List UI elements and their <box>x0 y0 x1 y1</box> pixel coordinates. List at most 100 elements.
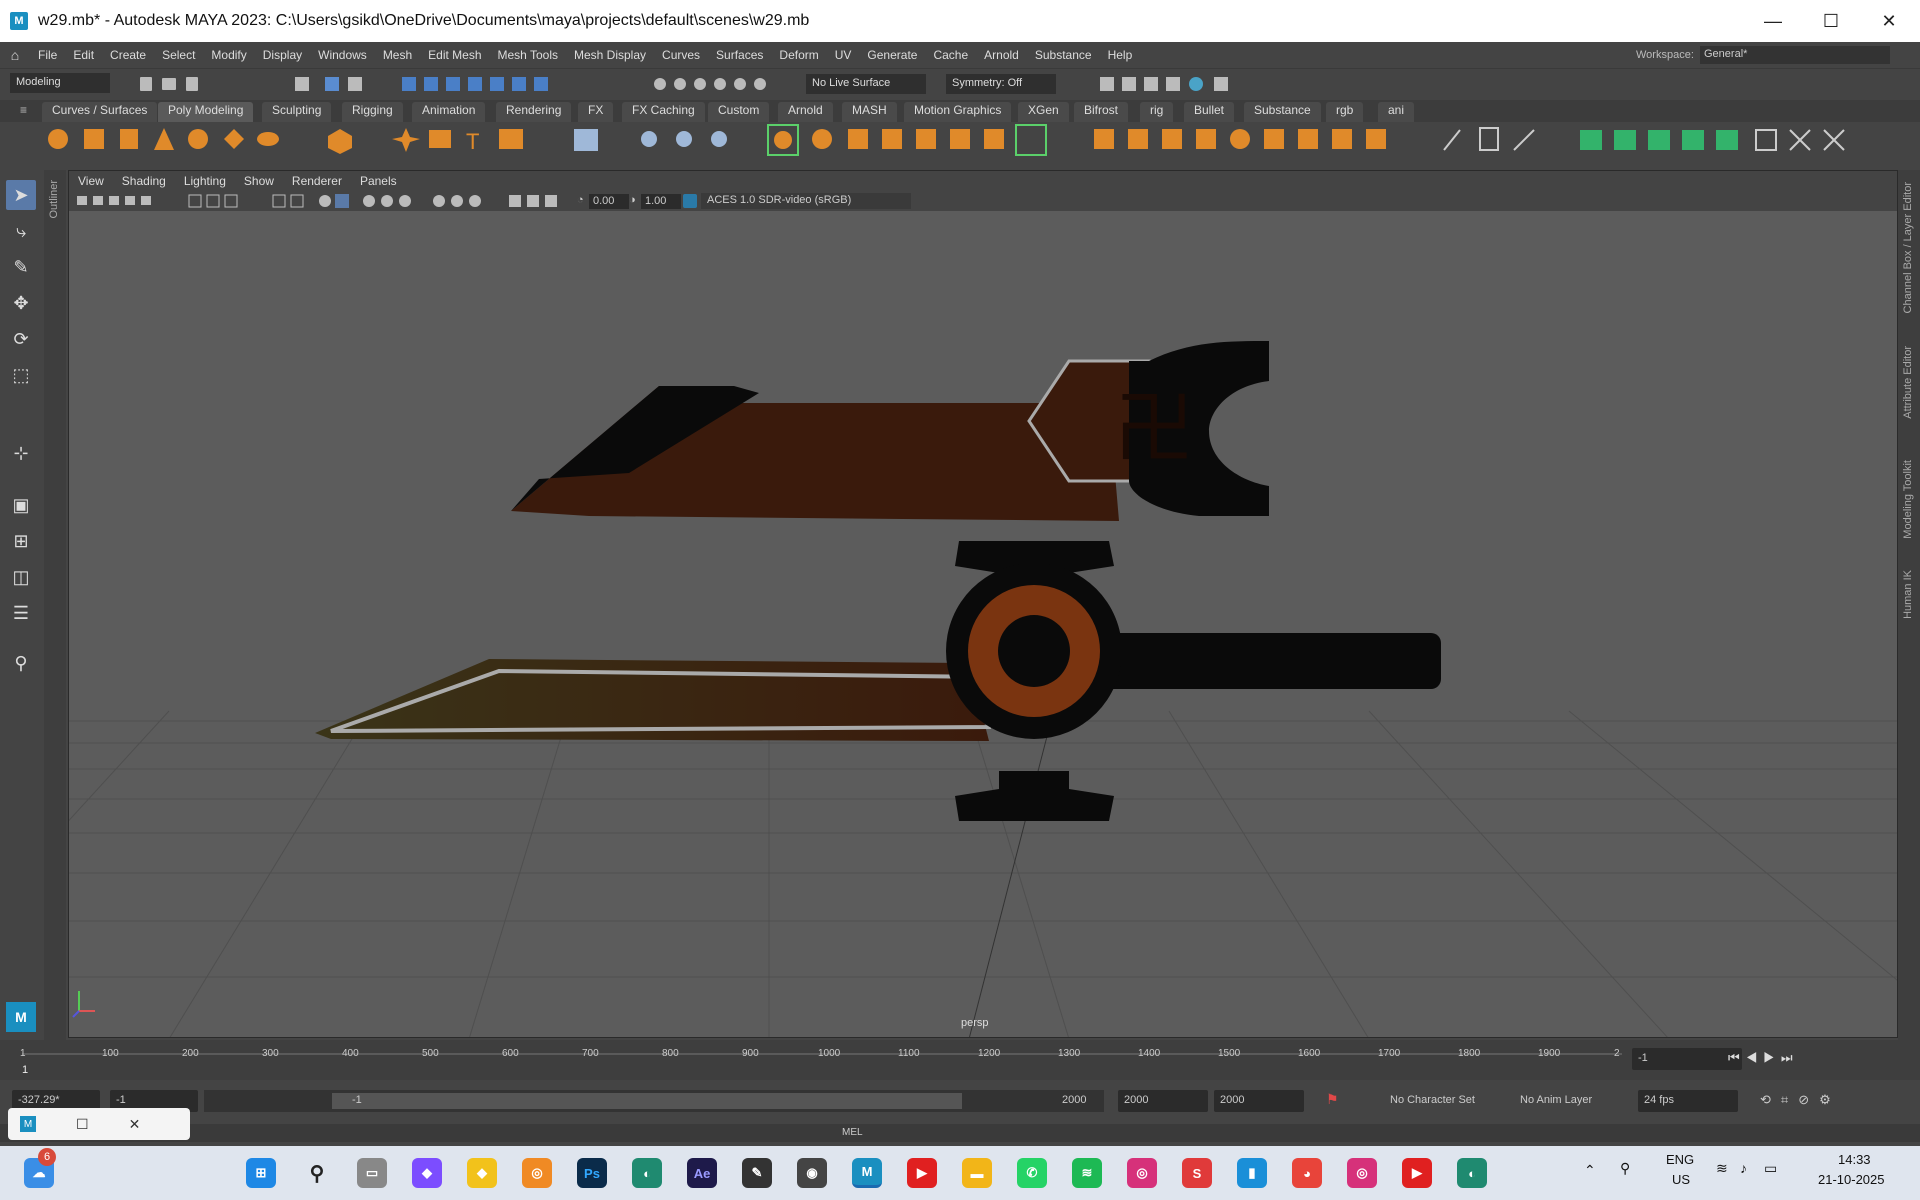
character-set-dropdown[interactable]: No Character Set <box>1390 1094 1475 1106</box>
tab-poly-modeling[interactable]: Poly Modeling <box>158 102 254 122</box>
sticky-app-icon[interactable]: ◆ <box>467 1158 497 1188</box>
menu-uv[interactable]: UV <box>827 48 860 62</box>
tab-mash[interactable]: MASH <box>842 102 897 122</box>
lasso-tool-icon[interactable]: ⤷ <box>6 216 36 246</box>
playback-controls[interactable]: ⏮◀▶⏭ <box>1728 1050 1799 1066</box>
volume-icon[interactable]: ♪ <box>1740 1160 1747 1176</box>
minimized-window-widget[interactable]: M ☐ ✕ <box>8 1108 190 1140</box>
close-button[interactable]: ✕ <box>1860 0 1918 42</box>
edge-icon-2[interactable]: ◐ <box>1457 1158 1487 1188</box>
time-slider[interactable]: 1 100 200 300 400 500 600 700 800 900 10… <box>0 1040 1920 1080</box>
tab-motion-graphics[interactable]: Motion Graphics <box>904 102 1012 122</box>
panel-menu-renderer[interactable]: Renderer <box>283 174 351 188</box>
paint-select-icon[interactable]: ✎ <box>6 252 36 282</box>
menu-mesh-display[interactable]: Mesh Display <box>566 48 654 62</box>
fps-dropdown[interactable]: 24 fps <box>1638 1090 1738 1112</box>
menu-mesh-tools[interactable]: Mesh Tools <box>490 48 566 62</box>
range-slider[interactable]: -1 2000 <box>204 1090 1104 1112</box>
menu-modify[interactable]: Modify <box>203 48 254 62</box>
mode-dropdown[interactable]: Modeling <box>10 73 110 93</box>
rotate-tool-icon[interactable]: ⟳ <box>6 324 36 354</box>
scale-tool-icon[interactable]: ⬚ <box>6 360 36 390</box>
attribute-editor-tab[interactable]: Attribute Editor <box>1902 346 1914 419</box>
anim-layer-dropdown[interactable]: No Anim Layer <box>1520 1094 1592 1106</box>
panel-menu-lighting[interactable]: Lighting <box>175 174 235 188</box>
menu-file[interactable]: File <box>30 48 65 62</box>
blender-icon[interactable]: ◎ <box>522 1158 552 1188</box>
tab-bullet[interactable]: Bullet <box>1184 102 1235 122</box>
outliner-strip[interactable]: Outliner <box>44 170 66 1050</box>
tab-xgen[interactable]: XGen <box>1018 102 1069 122</box>
viewport-panel[interactable]: View Shading Lighting Show Renderer Pane… <box>68 170 1898 1038</box>
chrome-icon[interactable]: ◕ <box>1292 1158 1322 1188</box>
tab-arnold[interactable]: Arnold <box>778 102 833 122</box>
whatsapp-icon[interactable]: ✆ <box>1017 1158 1047 1188</box>
after-effects-icon[interactable]: Ae <box>687 1158 717 1188</box>
menu-surfaces[interactable]: Surfaces <box>708 48 771 62</box>
clock-date[interactable]: 21-10-2025 <box>1818 1172 1885 1187</box>
tab-custom[interactable]: Custom <box>708 102 770 122</box>
outliner-label[interactable]: Outliner <box>48 180 60 219</box>
loop-settings-icons[interactable]: ⟲⌗⊘⚙ <box>1760 1092 1841 1108</box>
minimize-button[interactable]: — <box>1744 0 1802 42</box>
tab-animation[interactable]: Animation <box>412 102 486 122</box>
start-menu-icon[interactable]: ⊞ <box>246 1158 276 1188</box>
colorspace-dropdown[interactable]: ACES 1.0 SDR-video (sRGB) <box>701 193 911 209</box>
spotify-icon[interactable]: ≋ <box>1072 1158 1102 1188</box>
menu-cache[interactable]: Cache <box>925 48 976 62</box>
menu-substance[interactable]: Substance <box>1027 48 1100 62</box>
gamma-field[interactable]: 1.00 <box>641 194 681 209</box>
tab-sculpting[interactable]: Sculpting <box>262 102 332 122</box>
shelf-menu-icon[interactable]: ≡ <box>20 103 27 117</box>
tab-rendering[interactable]: Rendering <box>496 102 572 122</box>
maximize-button[interactable]: ☐ <box>1802 0 1860 42</box>
poly-shelf-icons[interactable]: T <box>24 122 1920 162</box>
panel-menu-shading[interactable]: Shading <box>113 174 175 188</box>
playback-end-field[interactable]: 2000 <box>1214 1090 1304 1112</box>
color-management-icon[interactable] <box>683 194 697 208</box>
menu-arnold[interactable]: Arnold <box>976 48 1027 62</box>
instagram-icon-2[interactable]: ◎ <box>1347 1158 1377 1188</box>
language-label[interactable]: ENG <box>1666 1152 1694 1167</box>
menu-help[interactable]: Help <box>1100 48 1141 62</box>
menu-edit[interactable]: Edit <box>65 48 102 62</box>
app-blue-icon[interactable]: ▮ <box>1237 1158 1267 1188</box>
app-s-icon[interactable]: S <box>1182 1158 1212 1188</box>
tab-rgb[interactable]: rgb <box>1326 102 1364 122</box>
home-icon[interactable]: ⌂ <box>0 47 30 63</box>
workspace-dropdown[interactable]: General* <box>1700 46 1890 64</box>
clock-time[interactable]: 14:33 <box>1838 1152 1871 1167</box>
youtube-icon[interactable]: ▶ <box>907 1158 937 1188</box>
close-mini-icon[interactable]: ✕ <box>129 1116 141 1133</box>
move-tool-icon[interactable]: ✥ <box>6 288 36 318</box>
human-ik-tab[interactable]: Human IK <box>1902 570 1914 619</box>
show-manipulator-icon[interactable]: ⊹ <box>6 438 36 468</box>
four-view-icon[interactable]: ⊞ <box>6 526 36 556</box>
edge-icon[interactable]: ◐ <box>632 1158 662 1188</box>
menu-create[interactable]: Create <box>102 48 154 62</box>
task-view-icon[interactable]: ▭ <box>357 1158 387 1188</box>
restore-icon[interactable]: ☐ <box>76 1116 89 1133</box>
battery-icon[interactable]: ▭ <box>1764 1160 1777 1177</box>
select-tool-icon[interactable]: ➤ <box>6 180 36 210</box>
menu-edit-mesh[interactable]: Edit Mesh <box>420 48 489 62</box>
photoshop-icon[interactable]: Ps <box>577 1158 607 1188</box>
taskbar-search-icon[interactable]: ⚲ <box>302 1158 332 1188</box>
pen-app-icon[interactable]: ✎ <box>742 1158 772 1188</box>
obs-icon[interactable]: ◉ <box>797 1158 827 1188</box>
live-surface-field[interactable]: No Live Surface <box>806 74 926 94</box>
menu-curves[interactable]: Curves <box>654 48 708 62</box>
instagram-icon[interactable]: ◎ <box>1127 1158 1157 1188</box>
panel-menu-panels[interactable]: Panels <box>351 174 406 188</box>
tab-fx-caching[interactable]: FX Caching <box>622 102 705 122</box>
gamma-icon[interactable]: ◑ <box>629 194 636 206</box>
outliner-layout-icon[interactable]: ☰ <box>6 598 36 628</box>
tab-curves-surfaces[interactable]: Curves / Surfaces <box>42 102 158 122</box>
tab-substance[interactable]: Substance <box>1244 102 1321 122</box>
symmetry-dropdown[interactable]: Symmetry: Off <box>946 74 1056 94</box>
tray-icon[interactable]: ⚲ <box>1620 1160 1630 1177</box>
auto-key-icon[interactable]: ⚑ <box>1326 1091 1339 1108</box>
menu-mesh[interactable]: Mesh <box>375 48 420 62</box>
menu-display[interactable]: Display <box>255 48 310 62</box>
channel-box-tab[interactable]: Channel Box / Layer Editor <box>1902 182 1914 313</box>
